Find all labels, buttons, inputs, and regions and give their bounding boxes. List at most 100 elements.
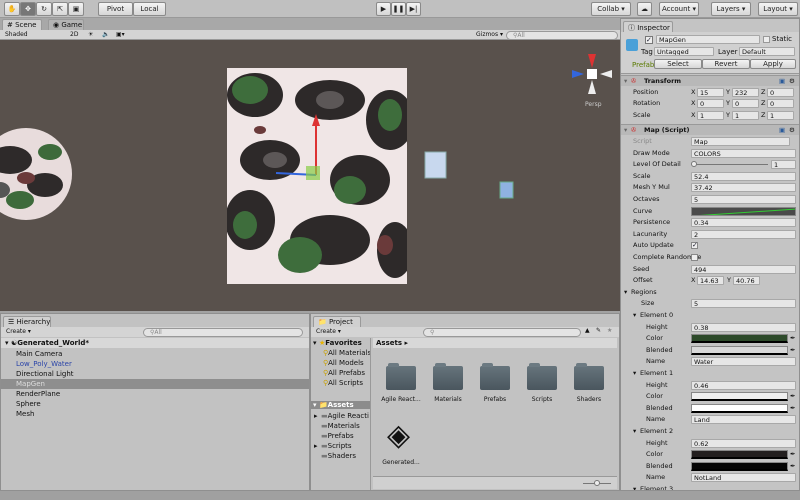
settings-gear-icon[interactable]: ⚙: [789, 76, 795, 87]
foldout-arrow-icon[interactable]: ▾: [633, 368, 636, 379]
scene-root-item[interactable]: ▾ ☯Generated_World*: [1, 338, 309, 348]
folder-icon[interactable]: [527, 363, 557, 390]
regions-size-input[interactable]: 5: [691, 299, 796, 309]
hand-tool-button[interactable]: ✋: [4, 2, 20, 16]
draw-mode-dropdown[interactable]: COLORS: [691, 148, 796, 158]
favorites-header[interactable]: ▾ ★Favorites: [313, 339, 362, 347]
unity-scene-icon[interactable]: ◈: [387, 421, 410, 451]
foldout-arrow-icon[interactable]: ▾: [624, 76, 627, 87]
transform-rotation-y-field[interactable]: 0: [732, 99, 759, 109]
element-blended-swatch[interactable]: [691, 461, 788, 471]
help-book-icon[interactable]: ▣: [779, 76, 785, 87]
element-name-input[interactable]: NotLand: [691, 473, 796, 483]
asset-tree-item[interactable]: ▸ ▬Agile Reacti: [314, 412, 369, 420]
folder-label[interactable]: Materials: [425, 396, 471, 403]
project-create-button[interactable]: Create ▾: [316, 327, 341, 337]
foldout-arrow-icon[interactable]: ▾: [633, 426, 636, 437]
transform-position-x-field[interactable]: 15: [697, 87, 724, 97]
asset-tree-item[interactable]: ▬Materials: [314, 422, 360, 430]
script-reference-field[interactable]: Map: [691, 137, 790, 146]
favorite-item[interactable]: ⚲All Scripts: [323, 379, 363, 387]
transform-rotation-z-field[interactable]: 0: [767, 99, 794, 109]
hierarchy-item[interactable]: Main Camera: [1, 349, 309, 359]
element-color-swatch[interactable]: [691, 392, 788, 402]
prefab-revert-button[interactable]: Revert: [702, 59, 750, 69]
element-blended-swatch[interactable]: [691, 403, 788, 413]
hierarchy-item[interactable]: Directional Light: [1, 369, 309, 379]
folder-icon[interactable]: [433, 363, 463, 390]
asset-tree-item[interactable]: ▬Prefabs: [314, 432, 354, 440]
element-height-input[interactable]: 0.38: [691, 322, 796, 332]
layer-dropdown[interactable]: Default: [739, 47, 795, 56]
cloud-button[interactable]: ☁: [637, 2, 652, 16]
account-button[interactable]: Account ▾: [659, 2, 699, 16]
hierarchy-item[interactable]: Mesh: [1, 409, 309, 419]
scale-tool-button[interactable]: ⇱: [52, 2, 68, 16]
element-blended-swatch[interactable]: [691, 345, 788, 355]
prefab-apply-button[interactable]: Apply: [750, 59, 796, 69]
tag-dropdown[interactable]: Untagged: [654, 47, 714, 56]
play-button[interactable]: ▶: [376, 2, 391, 16]
field-mesh-y-mul-input[interactable]: 37.42: [691, 183, 796, 193]
folder-icon[interactable]: [386, 363, 416, 390]
lighting-toggle-icon[interactable]: ☀: [88, 30, 93, 40]
eyedropper-icon[interactable]: ✒: [790, 449, 795, 460]
favorite-item[interactable]: ⚲All Materials: [323, 349, 370, 357]
scene-search-input[interactable]: ⚲All: [506, 31, 618, 40]
hierarchy-create-button[interactable]: Create ▾: [6, 327, 31, 337]
offset-y-input[interactable]: 40.76: [733, 276, 760, 286]
curve-field[interactable]: [691, 206, 796, 216]
project-search-input[interactable]: ⚲: [423, 328, 581, 337]
field-lacunarity-input[interactable]: 2: [691, 229, 796, 239]
folder-label[interactable]: Shaders: [566, 396, 612, 403]
mode-2d-toggle[interactable]: 2D: [70, 30, 78, 40]
folder-label[interactable]: Prefabs: [472, 396, 518, 403]
step-button[interactable]: ▶|: [406, 2, 421, 16]
layers-button[interactable]: Layers ▾: [711, 2, 751, 16]
hierarchy-item[interactable]: Low_Poly_Water: [1, 359, 309, 369]
lod-slider-track[interactable]: [693, 164, 768, 166]
expand-arrow-icon[interactable]: ▸: [314, 412, 321, 420]
effects-dropdown-icon[interactable]: ▣▾: [116, 30, 125, 40]
transform-position-y-field[interactable]: 232: [732, 87, 759, 97]
transform-scale-z-field[interactable]: 1: [767, 110, 794, 120]
field-octaves-input[interactable]: 5: [691, 195, 796, 204]
lod-slider-thumb[interactable]: [691, 161, 697, 168]
eyedropper-icon[interactable]: ✒: [790, 333, 795, 344]
layout-button[interactable]: Layout ▾: [758, 2, 798, 16]
expand-arrow-icon[interactable]: ▸: [314, 442, 321, 450]
icon-size-slider-thumb[interactable]: [594, 480, 600, 486]
favorite-item[interactable]: ⚲All Prefabs: [323, 369, 365, 377]
hierarchy-item[interactable]: Sphere: [1, 399, 309, 409]
favorite-item[interactable]: ⚲All Models: [323, 359, 364, 367]
folder-label[interactable]: Scripts: [519, 396, 565, 403]
folder-icon[interactable]: [480, 363, 510, 390]
pivot-button[interactable]: Pivot: [98, 2, 133, 16]
foldout-arrow-icon[interactable]: ▾: [624, 287, 627, 298]
rect-tool-button[interactable]: ▣: [68, 2, 84, 16]
assets-tree-header[interactable]: ▾ 📁Assets: [311, 401, 370, 409]
element-color-swatch[interactable]: [691, 334, 788, 344]
transform-rotation-x-field[interactable]: 0: [697, 99, 724, 109]
move-tool-button[interactable]: ✥: [20, 2, 36, 16]
asset-tree-item[interactable]: ▬Shaders: [314, 452, 356, 460]
eyedropper-icon[interactable]: ✒: [790, 391, 795, 402]
hierarchy-search-input[interactable]: ⚲All: [143, 328, 303, 337]
collab-button[interactable]: Collab ▾: [591, 2, 631, 16]
eyedropper-icon[interactable]: ✒: [790, 345, 795, 356]
transform-scale-x-field[interactable]: 1: [697, 110, 724, 120]
active-checkbox[interactable]: ✓: [645, 36, 653, 44]
persp-label[interactable]: Persp: [585, 101, 602, 108]
lod-value-input[interactable]: 1: [771, 160, 796, 170]
local-button[interactable]: Local: [133, 2, 166, 16]
settings-gear-icon[interactable]: ⚙: [789, 125, 795, 136]
folder-label[interactable]: Agile React...: [378, 396, 424, 403]
foldout-arrow-icon[interactable]: ▾: [633, 484, 636, 490]
pause-button[interactable]: ❚❚: [391, 2, 406, 16]
static-checkbox[interactable]: [763, 36, 770, 43]
element-height-input[interactable]: 0.62: [691, 438, 796, 448]
filter-label-icon[interactable]: ✎: [596, 327, 601, 334]
field-scale-input[interactable]: 52.4: [691, 171, 796, 181]
transform-scale-y-field[interactable]: 1: [732, 110, 759, 120]
offset-x-input[interactable]: 14.63: [697, 276, 724, 286]
